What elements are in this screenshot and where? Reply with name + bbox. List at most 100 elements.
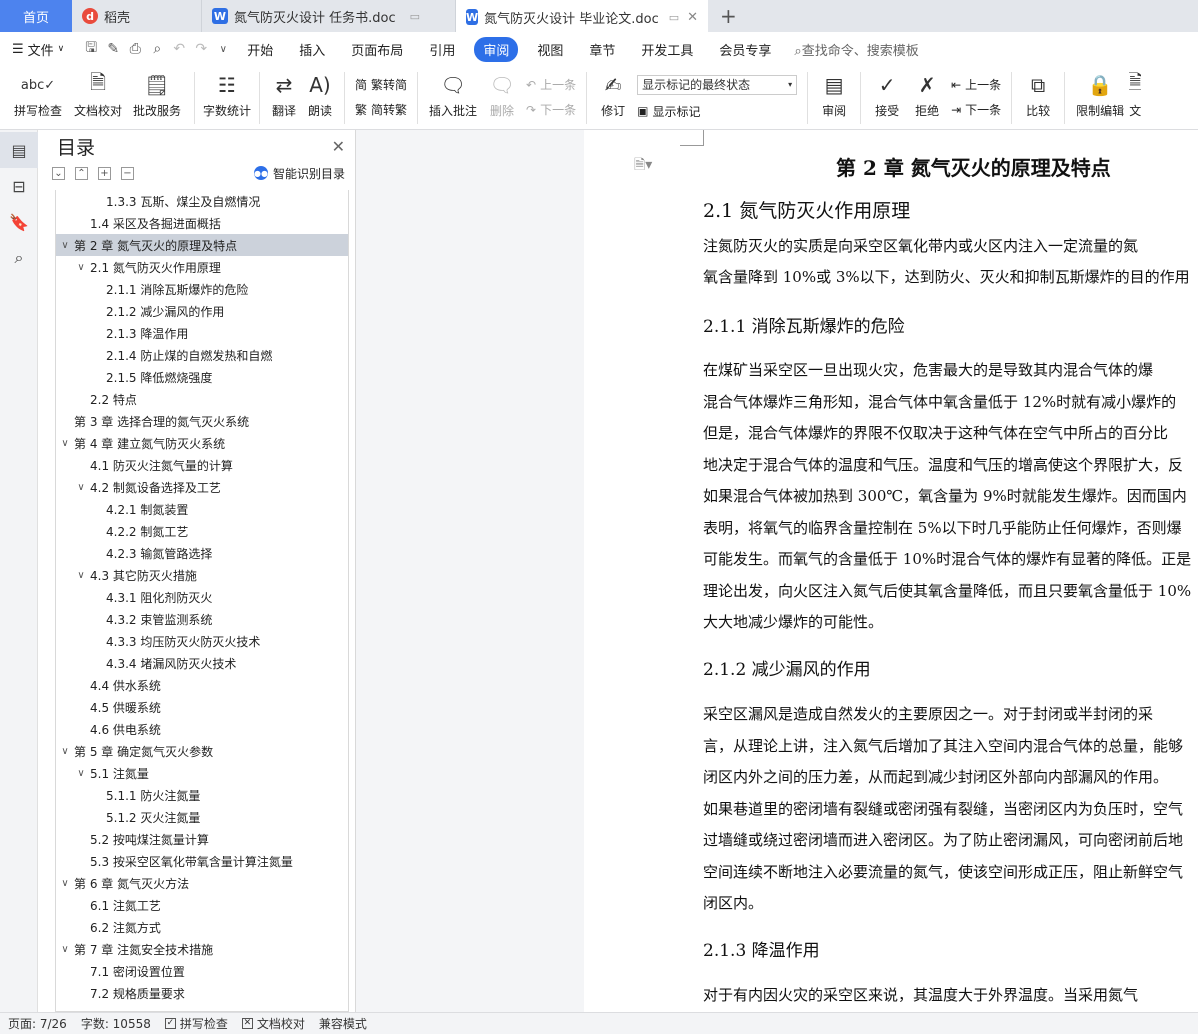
toc-item[interactable]: 4.2.2 制氮工艺 xyxy=(56,520,348,542)
toc-item[interactable]: ∨ 第 6 章 氮气灭火方法 xyxy=(56,872,348,894)
toc-item[interactable]: 2.1.3 降温作用 xyxy=(56,322,348,344)
menu-tab-developer[interactable]: 开发工具 xyxy=(641,40,693,59)
toc-item[interactable]: 2.1.5 降低燃烧强度 xyxy=(56,366,348,388)
translate-button[interactable]: ⇄ 翻译 xyxy=(266,66,302,130)
print-preview-icon[interactable]: ⌕ xyxy=(146,41,168,57)
close-icon[interactable]: ✕ xyxy=(687,10,698,25)
menu-tab-view[interactable]: 视图 xyxy=(537,40,563,59)
chevron-down-icon[interactable]: ∨ xyxy=(58,944,72,955)
remove-heading-icon[interactable]: − xyxy=(121,166,134,180)
insert-comment-button[interactable]: 🗨 插入批注 xyxy=(424,66,482,130)
track-changes-button[interactable]: ✍ 修订 xyxy=(593,66,633,130)
toc-item[interactable]: 4.4 供水系统 xyxy=(56,674,348,696)
toc-item[interactable]: ∨ 第 5 章 确定氮气灭火参数 xyxy=(56,740,348,762)
toc-panel-icon[interactable]: ▤ xyxy=(0,132,38,168)
format-painter-icon[interactable]: ✎ xyxy=(102,41,124,57)
toc-item[interactable]: 7.2 规格质量要求 xyxy=(56,982,348,1004)
toc-item[interactable]: ∨ 第 7 章 注氮安全技术措施 xyxy=(56,938,348,960)
spell-check-button[interactable]: abc✓ 拼写检查 xyxy=(6,66,70,130)
reject-button[interactable]: ✗ 拒绝 xyxy=(907,66,947,130)
word-count-button[interactable]: ☷ 字数统计 xyxy=(201,66,253,130)
review-pane-button[interactable]: ▤ 审阅 xyxy=(814,66,854,130)
close-icon[interactable]: ✕ xyxy=(332,137,345,156)
toc-item[interactable]: 5.3 按采空区氧化带氧含量计算注氮量 xyxy=(56,850,348,872)
show-markup-button[interactable]: ▣ 显示标记 xyxy=(637,103,797,120)
tab-document-task[interactable]: W 氮气防灭火设计 任务书.doc ▭ xyxy=(202,0,456,32)
compare-button[interactable]: ⧉ 比较 xyxy=(1018,66,1058,130)
markup-mode-select[interactable]: 显示标记的最终状态 ▾ xyxy=(637,74,798,95)
toc-item[interactable]: 1.4 采区及各掘进面概括 xyxy=(56,212,348,234)
page-indicator[interactable]: 页面: 7/26 xyxy=(8,1015,67,1032)
annotate-service-button[interactable]: 🗒 批改服务 xyxy=(126,66,188,130)
menu-tab-insert[interactable]: 插入 xyxy=(299,40,325,59)
new-tab-button[interactable]: + xyxy=(708,0,749,32)
toc-item[interactable]: ∨ 2.1 氮气防灭火作用原理 xyxy=(56,256,348,278)
word-count-indicator[interactable]: 字数: 10558 xyxy=(81,1015,151,1032)
toc-item[interactable]: 6.1 注氮工艺 xyxy=(56,894,348,916)
window-icon[interactable]: ▭ xyxy=(669,11,679,24)
chevron-down-icon[interactable]: ∨ xyxy=(74,262,88,273)
toc-item[interactable]: 第 3 章 选择合理的氮气灭火系统 xyxy=(56,410,348,432)
accept-button[interactable]: ✓ 接受 xyxy=(867,66,907,130)
add-heading-icon[interactable]: + xyxy=(98,166,111,180)
chevron-down-icon[interactable]: ∨ xyxy=(58,438,72,449)
chevron-down-icon[interactable]: ∨ xyxy=(58,746,72,757)
toc-item[interactable]: 7.1 密闭设置位置 xyxy=(56,960,348,982)
command-search[interactable]: ⌕查找命令、搜索模板 xyxy=(794,40,918,59)
customize-toolbar-icon[interactable]: ∨ xyxy=(212,44,234,55)
toc-item[interactable]: 4.3.3 均压防灭火防灭火技术 xyxy=(56,630,348,652)
toc-item[interactable]: 5.2 按吨煤注氮量计算 xyxy=(56,828,348,850)
smart-toc-button[interactable]: ●● 智能识别目录 xyxy=(253,165,345,182)
bookmark-icon[interactable]: 🔖 xyxy=(0,204,38,240)
chevron-down-icon[interactable]: ∨ xyxy=(74,570,88,581)
toc-item[interactable]: 4.2.3 输氮管路选择 xyxy=(56,542,348,564)
search-icon[interactable]: ⌕ xyxy=(0,240,38,276)
toc-item[interactable]: 4.2.1 制氮装置 xyxy=(56,498,348,520)
toc-item[interactable]: 6.2 注氮方式 xyxy=(56,916,348,938)
menu-tab-section[interactable]: 章节 xyxy=(589,40,615,59)
spell-check-toggle[interactable]: ✓ 拼写检查 xyxy=(164,1015,228,1032)
chevron-down-icon[interactable]: ∨ xyxy=(58,878,72,889)
restrict-editing-button[interactable]: 🔒 限制编辑 xyxy=(1071,66,1129,130)
undo-icon[interactable]: ↶ xyxy=(168,41,190,57)
toc-item[interactable]: 4.3.2 束管监测系统 xyxy=(56,608,348,630)
redo-icon[interactable]: ↷ xyxy=(190,41,212,57)
menu-tab-member[interactable]: 会员专享 xyxy=(719,40,771,59)
doc-proof-toggle[interactable]: ✕ 文档校对 xyxy=(241,1015,305,1032)
menu-tab-start[interactable]: 开始 xyxy=(247,40,273,59)
toc-item[interactable]: 4.1 防灭火注氮气量的计算 xyxy=(56,454,348,476)
tab-daoke[interactable]: d 稻壳 xyxy=(72,0,202,32)
expand-icon[interactable]: ⌄ xyxy=(52,166,65,180)
toc-item[interactable]: 2.2 特点 xyxy=(56,388,348,410)
toc-item[interactable]: ∨ 第 4 章 建立氮气防灭火系统 xyxy=(56,432,348,454)
collapse-icon[interactable]: ⌃ xyxy=(75,166,88,180)
window-icon[interactable]: ▭ xyxy=(410,10,420,23)
delete-comment-button[interactable]: 🗨 删除 xyxy=(482,66,522,130)
document-permission-button[interactable]: 🗎 文 xyxy=(1129,66,1141,130)
toc-item[interactable]: 5.1.2 灭火注氮量 xyxy=(56,806,348,828)
trad-to-simp-button[interactable]: 简繁转简 xyxy=(355,76,407,93)
menu-tab-reference[interactable]: 引用 xyxy=(429,40,455,59)
chevron-down-icon[interactable]: ∨ xyxy=(74,768,88,779)
toc-item[interactable]: 4.5 供暖系统 xyxy=(56,696,348,718)
toc-item[interactable]: ∨ 第 2 章 氮气灭火的原理及特点 xyxy=(56,234,348,256)
menu-tab-review[interactable]: 审阅 xyxy=(474,36,519,62)
menu-tab-layout[interactable]: 页面布局 xyxy=(351,40,403,59)
toc-item[interactable]: ∨ 5.1 注氮量 xyxy=(56,762,348,784)
chevron-down-icon[interactable]: ∨ xyxy=(74,482,88,493)
toc-item[interactable]: 1.3.3 瓦斯、煤尘及自燃情况 xyxy=(56,190,348,212)
print-icon[interactable]: ⎙ xyxy=(124,41,146,57)
toc-item[interactable]: 2.1.4 防止煤的自燃发热和自燃 xyxy=(56,344,348,366)
paragraph-menu-icon[interactable]: 🗎▾ xyxy=(634,154,652,178)
toc-item[interactable]: ∨ 4.3 其它防灭火措施 xyxy=(56,564,348,586)
read-aloud-button[interactable]: A) 朗读 xyxy=(302,66,338,130)
simp-to-trad-button[interactable]: 繁简转繁 xyxy=(355,101,407,118)
tab-home[interactable]: 首页 xyxy=(0,0,72,32)
prev-comment-button[interactable]: ↶ 上一条 xyxy=(526,76,576,93)
toc-item[interactable]: 4.6 供电系统 xyxy=(56,718,348,740)
toc-item[interactable]: 4.3.1 阻化剂防灭火 xyxy=(56,586,348,608)
file-menu[interactable]: ☰ 文件 ∨ xyxy=(12,40,64,59)
chapter-nav-icon[interactable]: ⊟ xyxy=(0,168,38,204)
toc-item[interactable]: 2.1.2 减少漏风的作用 xyxy=(56,300,348,322)
tab-document-thesis[interactable]: W 氮气防灭火设计 毕业论文.doc ▭ ✕ xyxy=(456,0,708,32)
